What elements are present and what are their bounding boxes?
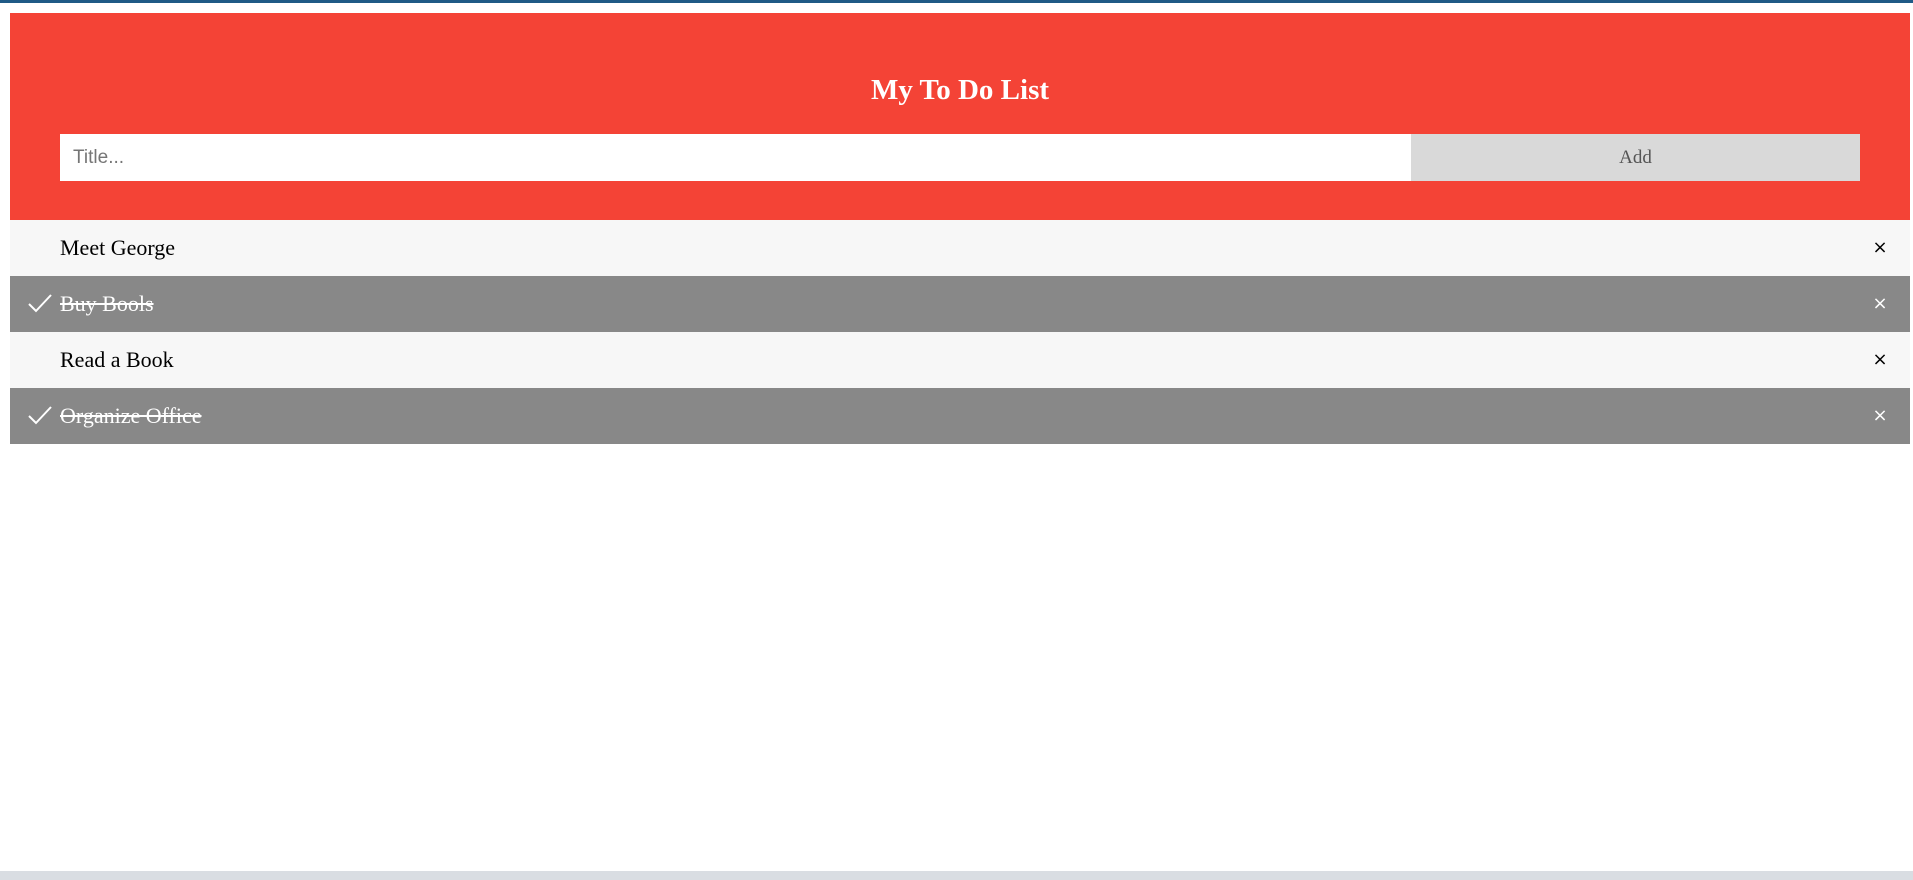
todo-item[interactable]: Buy Bools × [10, 276, 1910, 332]
header: My To Do List Add [10, 13, 1910, 220]
todo-item[interactable]: Meet George × [10, 220, 1910, 276]
check-icon [28, 406, 52, 425]
close-icon[interactable]: × [1850, 220, 1910, 276]
todo-item-label: Meet George [60, 235, 176, 260]
todo-item-label: Read a Book [60, 347, 174, 372]
close-icon[interactable]: × [1850, 388, 1910, 444]
taskbar-strip [0, 871, 1913, 880]
add-button[interactable]: Add [1411, 134, 1860, 181]
page-title: My To Do List [870, 74, 1050, 106]
todo-app: My To Do List Add Meet George × Buy Bool… [10, 13, 1910, 444]
add-todo-form: Add [60, 134, 1860, 181]
todo-item[interactable]: Organize Office × [10, 388, 1910, 444]
title-input[interactable] [60, 134, 1411, 181]
check-icon [28, 294, 52, 313]
close-icon[interactable]: × [1850, 332, 1910, 388]
todo-item[interactable]: Read a Book × [10, 332, 1910, 388]
todo-list: Meet George × Buy Bools × Read a Book × … [10, 220, 1910, 444]
close-icon[interactable]: × [1850, 276, 1910, 332]
todo-item-label: Buy Bools [60, 291, 154, 316]
browser-top-strip [0, 0, 1913, 3]
todo-item-label: Organize Office [60, 403, 202, 428]
